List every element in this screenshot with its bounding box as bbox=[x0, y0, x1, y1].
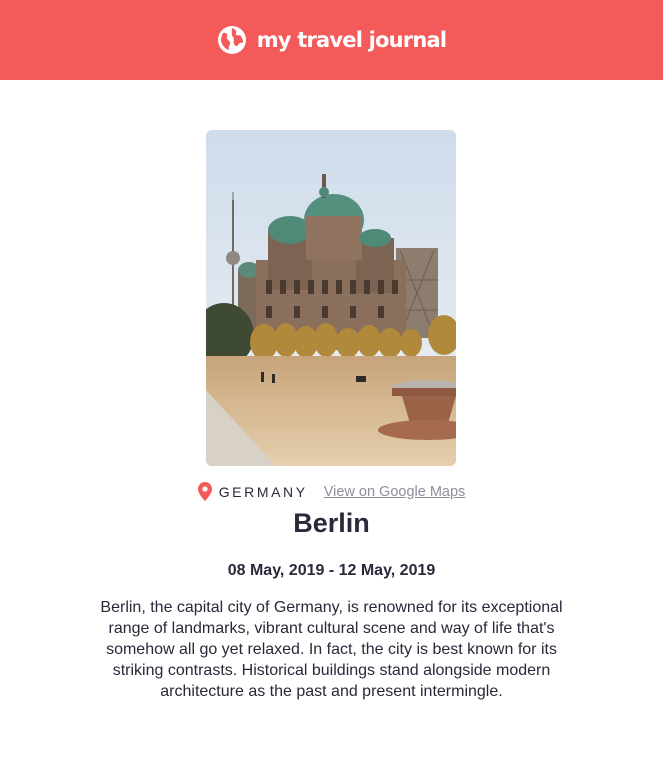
entry-title: Berlin bbox=[293, 508, 370, 538]
app-title: my travel journal bbox=[256, 28, 447, 52]
globe-icon bbox=[217, 26, 246, 54]
country-label: GERMANY bbox=[218, 483, 308, 500]
entry-description: Berlin, the capital city of Germany, is … bbox=[100, 599, 563, 700]
app-header: my travel journal bbox=[0, 0, 663, 80]
map-pin-icon bbox=[197, 482, 212, 501]
entry-dates: 08 May, 2019 - 12 May, 2019 bbox=[227, 562, 436, 579]
berlin-cathedral-photo bbox=[206, 130, 456, 466]
location-row: GERMANY View on Google Maps bbox=[0, 482, 663, 501]
google-maps-link[interactable]: View on Google Maps bbox=[324, 484, 466, 500]
